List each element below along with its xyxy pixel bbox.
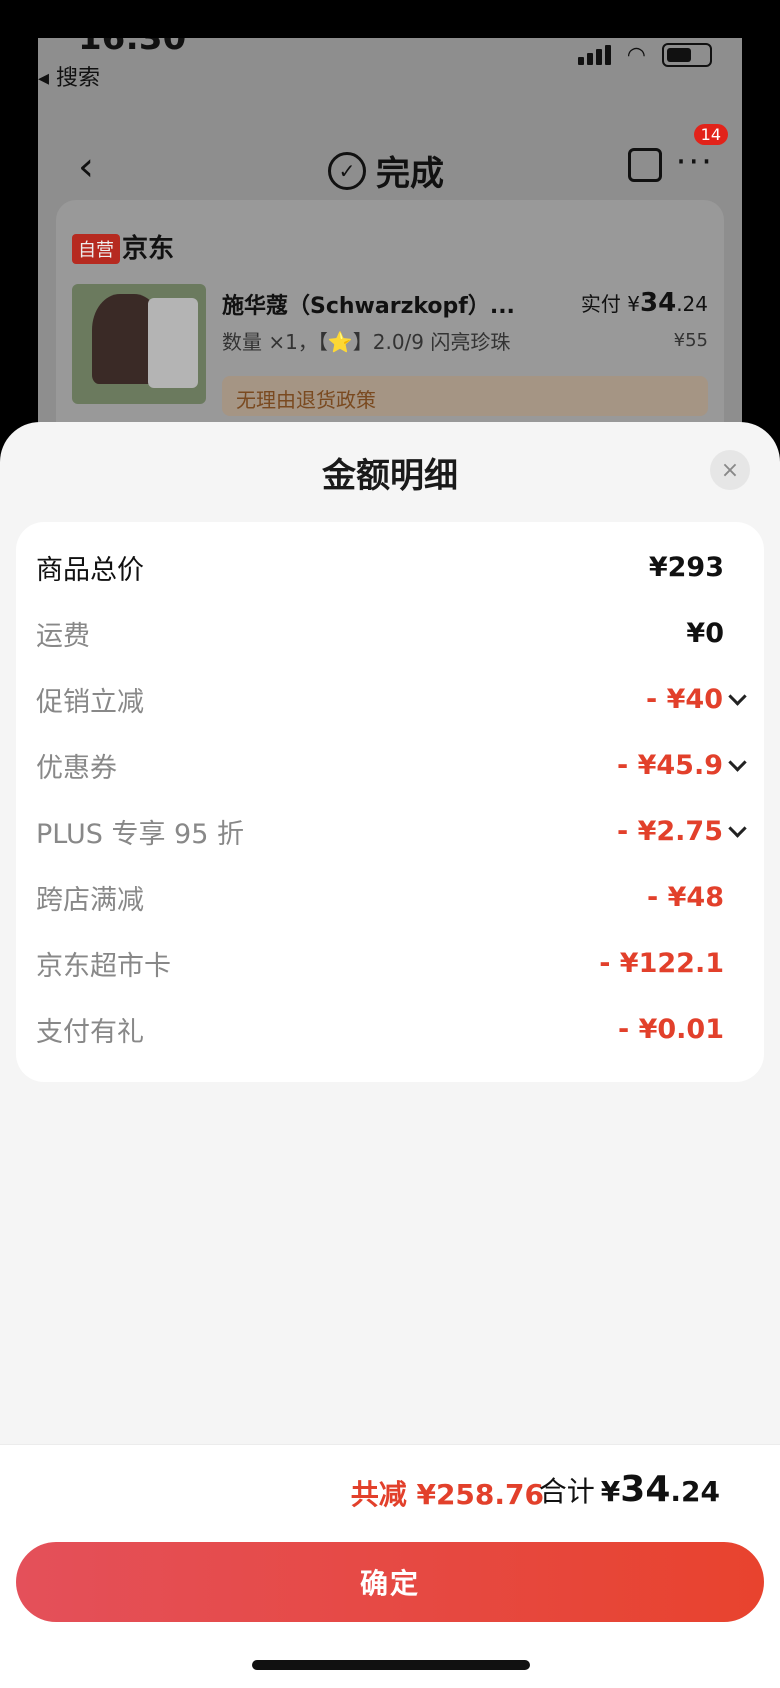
summary-bar: 共减 ¥258.76 合计 ¥34.24: [0, 1444, 780, 1536]
message-badge: 14: [693, 124, 728, 145]
row-value: - ¥48: [647, 881, 724, 913]
row-promotion[interactable]: 促销立减 - ¥40: [36, 674, 747, 724]
page-title: ✓ 完成: [328, 146, 444, 195]
original-price: ¥55: [673, 330, 708, 351]
row-goods-total: 商品总价 ¥293: [36, 542, 744, 592]
row-label: 运费: [36, 620, 90, 652]
row-supermarket-card: 京东超市卡 - ¥122.1: [36, 938, 744, 988]
row-plus-discount[interactable]: PLUS 专享 95 折 - ¥2.75: [36, 806, 747, 856]
self-operated-tag: 自营: [72, 234, 120, 264]
row-label: 支付有礼: [36, 1016, 144, 1048]
back-icon[interactable]: ‹: [78, 144, 94, 190]
confirm-area: 确定: [0, 1534, 780, 1688]
row-value: ¥293: [648, 551, 724, 583]
row-shipping: 运费 ¥0: [36, 608, 744, 658]
row-label: PLUS 专享 95 折: [36, 818, 244, 850]
share-icon[interactable]: [628, 148, 662, 182]
product-paid: 实付 ¥34.24: [581, 288, 708, 318]
row-value-wrap: - ¥45.9: [616, 749, 747, 781]
row-label: 跨店满减: [36, 884, 144, 916]
row-value-wrap: - ¥40: [646, 683, 747, 715]
amount-detail-sheet: 金额明细 × 商品总价 ¥293 运费 ¥0 促销立减 - ¥40 优惠券 - …: [0, 422, 780, 1688]
home-indicator[interactable]: [252, 1660, 530, 1670]
paid-int: 34: [640, 288, 677, 318]
close-icon: ×: [720, 457, 740, 483]
status-back-to-search[interactable]: ◂ 搜索: [38, 60, 100, 92]
row-coupon[interactable]: 优惠券 - ¥45.9: [36, 740, 747, 790]
row-value-wrap: - ¥2.75: [616, 815, 747, 847]
amount-detail-card: 商品总价 ¥293 运费 ¥0 促销立减 - ¥40 优惠券 - ¥45.9 P…: [16, 522, 764, 1082]
nav-bar: ‹ ✓ 完成 ··· 14: [38, 124, 742, 208]
background-order-page: 16:30 ◂ 搜索 ◠ ‹ ✓ 完成 ··· 14 自营 京东 施华蔻（Sch…: [38, 38, 742, 438]
total-amount: 合计 ¥34.24: [539, 1469, 720, 1510]
total-currency: ¥: [600, 1475, 621, 1508]
total-int: 34: [620, 1469, 671, 1510]
row-value: ¥0: [686, 617, 724, 649]
chevron-down-icon[interactable]: [728, 818, 747, 838]
paid-dec: .24: [676, 292, 708, 316]
product-name[interactable]: 施华蔻（Schwarzkopf）...: [222, 288, 515, 320]
status-icons: ◠: [577, 38, 712, 72]
row-value: - ¥0.01: [617, 1013, 724, 1045]
chevron-down-icon[interactable]: [728, 686, 747, 706]
page-title-text: 完成: [376, 154, 444, 194]
more-icon[interactable]: ···: [676, 142, 714, 182]
total-reduction: 共减 ¥258.76: [350, 1478, 544, 1511]
row-value: - ¥2.75: [616, 815, 723, 847]
total-dec: .24: [670, 1475, 720, 1508]
product-spec: 数量 ×1，【⭐】2.0/9 闪亮珍珠: [222, 330, 511, 354]
wifi-icon: ◠: [626, 42, 646, 68]
row-label: 京东超市卡: [36, 950, 171, 982]
confirm-button[interactable]: 确定: [16, 1542, 764, 1622]
row-value: - ¥122.1: [599, 947, 724, 979]
paid-label: 实付 ¥: [580, 292, 640, 316]
shop-card: 自营 京东 施华蔻（Schwarzkopf）... 数量 ×1，【⭐】2.0/9…: [56, 200, 724, 438]
product-image[interactable]: [72, 284, 206, 404]
row-pay-gift: 支付有礼 - ¥0.01: [36, 1004, 744, 1054]
row-label: 优惠券: [36, 752, 117, 784]
row-label: 促销立减: [36, 686, 144, 718]
shop-name[interactable]: 京东: [122, 228, 174, 265]
row-cross-store: 跨店满减 - ¥48: [36, 872, 744, 922]
total-label: 合计: [538, 1475, 595, 1508]
row-label: 商品总价: [36, 554, 144, 586]
close-button[interactable]: ×: [710, 450, 750, 490]
row-value: - ¥40: [646, 683, 723, 715]
chevron-down-icon[interactable]: [728, 752, 747, 772]
row-value: - ¥45.9: [616, 749, 723, 781]
check-circle-icon: ✓: [328, 151, 366, 190]
signal-icon: [577, 45, 611, 65]
status-time: 16:30: [78, 38, 187, 58]
return-policy-strip[interactable]: 无理由退货政策: [222, 376, 708, 416]
sheet-title: 金额明细: [322, 456, 458, 496]
battery-icon: [662, 43, 712, 67]
